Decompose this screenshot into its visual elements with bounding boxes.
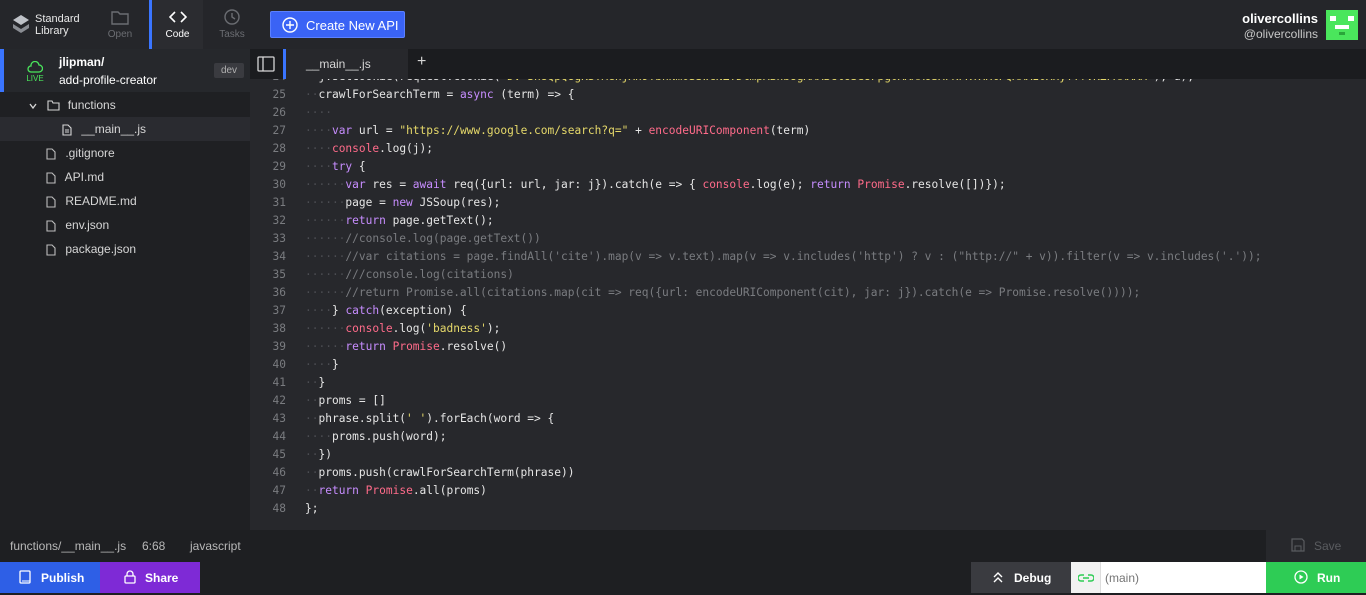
lock-icon [124, 570, 136, 584]
project-name: add-profile-creator [59, 73, 158, 87]
file-label: README.md [65, 194, 137, 208]
file-readme-md[interactable]: README.md [46, 189, 137, 213]
clock-icon [224, 9, 240, 25]
file-icon [46, 220, 56, 232]
nav-open-button[interactable]: Open [93, 0, 147, 49]
file-label: env.json [65, 218, 110, 232]
cloud-icon [27, 61, 43, 73]
live-label: LIVE [26, 74, 44, 83]
file-main-js[interactable]: __main__.js [62, 117, 146, 141]
file-api-md[interactable]: API.md [46, 165, 104, 189]
file-gitignore[interactable]: .gitignore [46, 141, 115, 165]
standard-library-logo[interactable]: Standard Library [11, 12, 91, 38]
env-badge[interactable]: dev [214, 63, 244, 78]
create-new-api-label: Create New API [306, 18, 399, 33]
folder-functions[interactable]: functions [28, 93, 116, 117]
file-env-json[interactable]: env.json [46, 213, 109, 237]
file-icon [46, 196, 56, 208]
project-owner: jlipman/ [59, 55, 105, 69]
file-label: API.md [64, 170, 105, 184]
nav-tasks-button[interactable]: Tasks [205, 0, 259, 49]
plus-circle-icon [282, 17, 298, 33]
nav-code-label: Code [165, 29, 190, 40]
status-cursor-position: 6:68 [142, 539, 166, 553]
avatar-pattern-icon [1330, 16, 1354, 35]
endpoint-url-field [1071, 562, 1266, 593]
code-content: 24··j.setCookie(request.cookie('DV=Sh8Qp… [272, 79, 1262, 515]
file-icon [46, 244, 56, 256]
book-icon [19, 570, 31, 584]
add-tab-button[interactable]: + [417, 53, 426, 71]
publish-button[interactable]: Publish [0, 562, 100, 593]
floppy-disk-icon [1291, 538, 1305, 552]
file-package-json[interactable]: package.json [46, 237, 136, 261]
debug-label: Debug [1014, 571, 1052, 585]
chevrons-up-icon [993, 572, 1003, 583]
file-label: .gitignore [65, 146, 115, 160]
split-view-icon[interactable] [257, 56, 275, 72]
debug-button[interactable]: Debug [971, 562, 1071, 593]
avatar[interactable] [1326, 10, 1358, 40]
logo-icon [13, 15, 29, 33]
live-indicator: LIVE [24, 61, 46, 83]
folder-label: functions [67, 98, 116, 112]
link-icon [1078, 574, 1094, 582]
user-name: olivercollins [1242, 11, 1318, 26]
save-label: Save [1314, 539, 1342, 553]
file-icon [46, 172, 56, 184]
status-file-path: functions/__main__.js [10, 539, 127, 553]
tab-main-js[interactable]: __main__.js [283, 49, 408, 79]
user-info[interactable]: olivercollins @olivercollins [1242, 11, 1318, 41]
nav-code-button[interactable]: Code [149, 0, 203, 49]
top-bar: Standard Library Open Code Tasks Create … [0, 0, 1366, 49]
chevron-down-icon [29, 103, 37, 109]
file-sidebar: LIVE jlipman/ add-profile-creator dev fu… [0, 49, 250, 530]
save-button[interactable]: Save [1266, 530, 1366, 562]
logo-text-line1: Standard [35, 13, 80, 25]
project-header[interactable]: LIVE jlipman/ add-profile-creator dev [0, 49, 250, 92]
nav-open-label: Open [107, 29, 133, 40]
play-circle-icon [1294, 570, 1308, 584]
code-brackets-icon [168, 11, 187, 23]
folder-icon [47, 100, 60, 111]
create-new-api-button[interactable]: Create New API [270, 11, 405, 38]
run-button[interactable]: Run [1266, 562, 1366, 593]
status-bar: functions/__main__.js 6:68 javascript [0, 530, 1366, 562]
share-label: Share [145, 571, 179, 585]
user-handle: @olivercollins [1243, 27, 1318, 41]
endpoint-url-input[interactable] [1105, 568, 1260, 588]
status-language: javascript [190, 539, 241, 553]
folder-icon [111, 11, 129, 25]
publish-label: Publish [41, 571, 85, 585]
logo-text-line2: Library [35, 25, 69, 37]
link-icon-box[interactable] [1071, 562, 1101, 593]
file-icon [46, 148, 56, 160]
file-icon [62, 124, 72, 136]
nav-tasks-label: Tasks [219, 29, 245, 40]
file-label: package.json [65, 242, 137, 256]
code-editor[interactable]: 24··j.setCookie(request.cookie('DV=Sh8Qp… [250, 79, 1366, 530]
file-label: __main__.js [81, 122, 147, 136]
run-label: Run [1317, 571, 1341, 585]
share-button[interactable]: Share [100, 562, 200, 593]
